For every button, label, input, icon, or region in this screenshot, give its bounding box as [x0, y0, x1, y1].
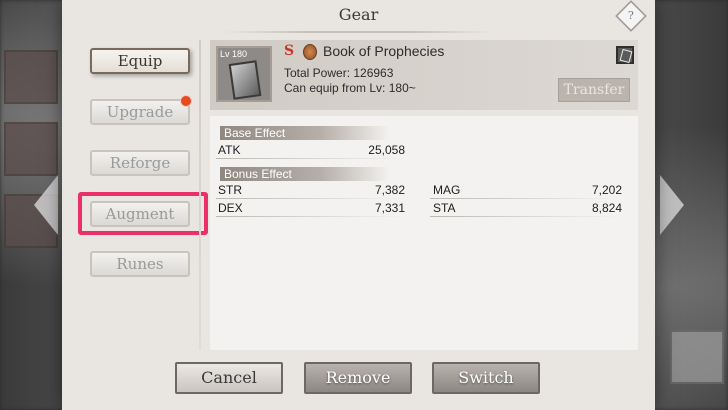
stat-value-atk: 25,058: [368, 143, 405, 157]
notification-dot: [180, 95, 192, 107]
tab-label: Upgrade: [106, 103, 174, 121]
stat-separator: [216, 158, 406, 159]
switch-button[interactable]: Switch: [432, 362, 540, 394]
remove-button[interactable]: Remove: [304, 362, 412, 394]
dialog-title: Gear: [338, 5, 379, 24]
stat-separator: [216, 198, 406, 199]
card-icon[interactable]: [616, 46, 634, 64]
equip-requirement: Can equip from Lv: 180~: [284, 81, 416, 95]
title-bar: Gear: [62, 0, 655, 32]
stat-separator: [216, 216, 406, 217]
tab-upgrade[interactable]: Upgrade: [90, 95, 192, 125]
stat-value-str: 7,382: [374, 183, 405, 197]
stat-separator: [430, 216, 620, 217]
item-header: Lv 180 S Book of Prophecies Total Power:…: [210, 40, 638, 110]
tab-equip[interactable]: Equip: [90, 48, 190, 74]
remove-label: Remove: [325, 368, 391, 387]
tab-reforge[interactable]: Reforge: [90, 150, 190, 176]
stat-separator: [430, 198, 620, 199]
tab-label: Augment: [105, 205, 175, 223]
tab-label: Equip: [117, 52, 163, 70]
title-divider: [222, 31, 495, 33]
medal-icon: [303, 44, 317, 60]
book-icon: [228, 60, 262, 100]
item-name: Book of Prophecies: [323, 43, 445, 59]
stat-value-dex: 7,331: [374, 201, 405, 215]
stat-label-atk: ATK: [218, 143, 241, 157]
tabs-divider: [199, 40, 201, 350]
tab-runes[interactable]: Runes: [90, 251, 190, 277]
item-grade: S: [284, 43, 295, 59]
background-slot: [4, 122, 58, 176]
switch-label: Switch: [458, 368, 514, 387]
cancel-button[interactable]: Cancel: [175, 362, 283, 394]
tab-label: Runes: [116, 255, 164, 273]
tab-augment[interactable]: Augment: [90, 201, 190, 227]
item-icon-box[interactable]: Lv 180: [216, 46, 272, 102]
stat-value-sta: 8,824: [591, 201, 622, 215]
left-arrow-icon[interactable]: [34, 175, 58, 235]
help-icon: ?: [627, 9, 635, 23]
transfer-button[interactable]: Transfer: [558, 78, 630, 102]
base-effect-title: Base Effect: [220, 126, 390, 140]
total-power: Total Power: 126963: [284, 66, 394, 80]
background-slot: [670, 330, 724, 384]
transfer-label: Transfer: [563, 82, 625, 98]
cancel-label: Cancel: [201, 368, 257, 387]
right-arrow-icon[interactable]: [660, 175, 684, 235]
stat-label-dex: DEX: [218, 201, 243, 215]
item-level: Lv 180: [220, 49, 248, 59]
stat-label-str: STR: [218, 183, 242, 197]
stat-value-mag: 7,202: [591, 183, 622, 197]
stat-label-sta: STA: [433, 201, 456, 215]
gear-dialog: Gear ? Equip Upgrade Reforge Augment Run…: [62, 0, 655, 410]
background-slot: [4, 50, 58, 104]
stats-panel: Base Effect ATK 25,058 Bonus Effect STR …: [210, 116, 638, 350]
bonus-effect-title: Bonus Effect: [220, 167, 390, 181]
stat-label-mag: MAG: [433, 183, 461, 197]
tab-label: Reforge: [109, 154, 171, 172]
